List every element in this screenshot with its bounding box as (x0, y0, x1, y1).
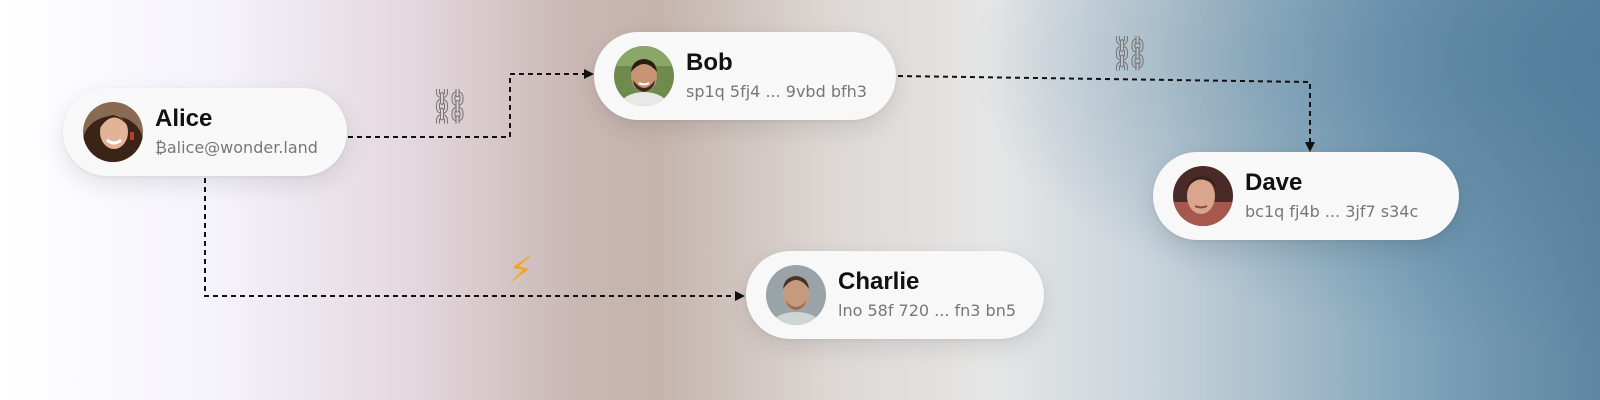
avatar (614, 46, 674, 106)
node-bob[interactable]: Bob sp1q 5fj4 ... 9vbd bfh3 (594, 32, 896, 120)
node-name: Alice (155, 105, 213, 132)
avatar (766, 265, 826, 325)
edge-bob-to-dave (897, 75, 1315, 152)
edge-alice-to-charlie (204, 178, 745, 301)
avatar (1173, 166, 1233, 226)
node-address: bc1q fj4b ... 3jf7 s34c (1245, 202, 1419, 221)
node-dave[interactable]: Dave bc1q fj4b ... 3jf7 s34c (1153, 152, 1459, 240)
node-charlie[interactable]: Charlie lno 58f 720 ... fn3 bn5 (746, 251, 1044, 339)
node-name: Dave (1245, 169, 1303, 196)
node-address: sp1q 5fj4 ... 9vbd bfh3 (686, 82, 867, 101)
node-address: ₿alice@wonder.land (155, 138, 318, 157)
lightning-bolt-icon: ⚡ (508, 250, 534, 291)
chain-link-icon: ⛓ (428, 87, 472, 127)
avatar-bob-image (614, 46, 674, 106)
node-name: Charlie (838, 268, 920, 295)
node-address: lno 58f 720 ... fn3 bn5 (838, 301, 1017, 320)
node-alice[interactable]: Alice ₿alice@wonder.land (63, 88, 347, 176)
avatar-alice-image (83, 102, 143, 162)
chain-link-icon: ⛓ (1108, 34, 1152, 74)
avatar-charlie-image (766, 265, 826, 325)
node-name: Bob (686, 49, 733, 76)
avatar (83, 102, 143, 162)
avatar-dave-image (1173, 166, 1233, 226)
payment-network-diagram: ⛓ ⛓ ⚡ Alice ₿alice@wonder.land Bob sp1q … (0, 0, 1600, 400)
